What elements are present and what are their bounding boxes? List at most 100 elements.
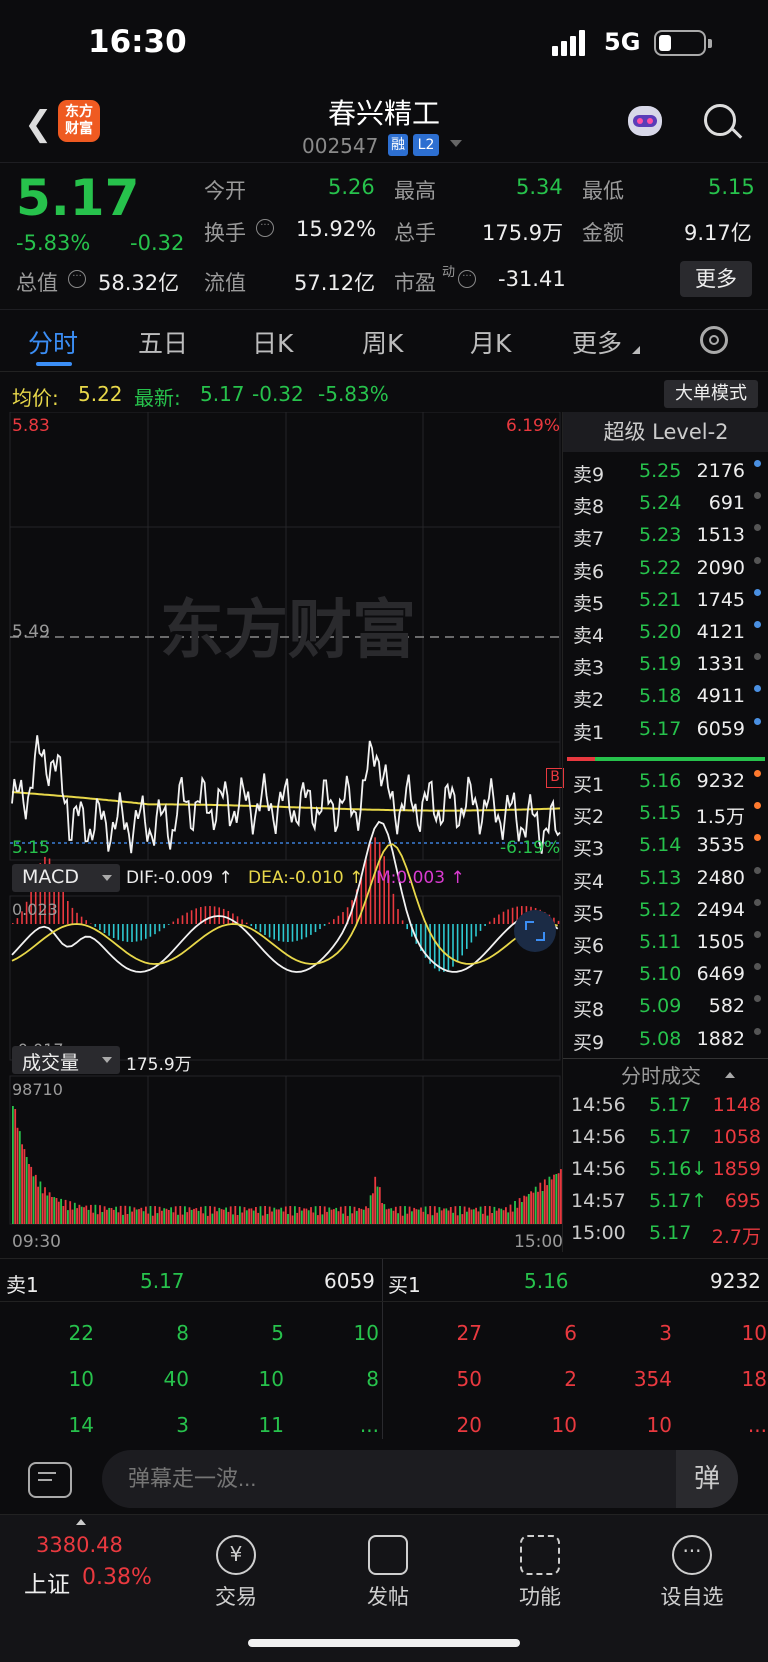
volume-bar <box>124 1205 127 1224</box>
macd-bar <box>328 922 330 924</box>
tab-weekly-k[interactable]: 周K <box>362 324 403 360</box>
volume-bar <box>360 1208 363 1224</box>
macd-bar <box>319 924 321 930</box>
volume-bar <box>422 1211 425 1224</box>
macd-bar <box>250 924 253 926</box>
macd-bar <box>145 924 147 939</box>
barrage-toggle-icon[interactable]: 弹 <box>676 1450 738 1508</box>
macd-selector[interactable]: MACD <box>12 864 120 892</box>
volume-bar <box>161 1210 163 1224</box>
volume-bar <box>500 1208 503 1224</box>
volume-bar <box>443 1208 445 1224</box>
macd-bar <box>190 910 193 924</box>
book-row[interactable]: 卖8 5.24 691 <box>563 488 768 520</box>
book-row[interactable]: 卖3 5.19 1331 <box>563 649 768 681</box>
latest-change: -0.32 <box>252 382 304 406</box>
index-percent[interactable]: 0.38% <box>82 1565 152 1590</box>
latest-label: 最新: <box>134 386 181 410</box>
book-level: 卖9 <box>573 464 605 486</box>
volume-bar <box>484 1206 487 1224</box>
macd-bar <box>337 915 340 924</box>
macd-bar <box>108 924 110 936</box>
volume-bar <box>67 1210 69 1224</box>
book-row[interactable]: 买7 5.10 6469 <box>563 959 768 991</box>
level2-title[interactable]: 超级 Level-2 <box>563 412 768 452</box>
book-row[interactable]: 买9 5.08 1882 <box>563 1024 768 1056</box>
macd-bar <box>259 924 262 933</box>
barrage-input[interactable] <box>128 1460 648 1498</box>
robot-assistant-icon[interactable] <box>624 102 666 142</box>
book-row[interactable]: 卖7 5.23 1513 <box>563 520 768 552</box>
book-row[interactable]: 卖2 5.18 4911 <box>563 681 768 713</box>
book-row[interactable]: 卖1 5.17 6059 <box>563 714 768 746</box>
volume-bar <box>365 1206 367 1224</box>
volume-bar <box>271 1211 273 1224</box>
queue-order: 354 <box>633 1367 672 1391</box>
trades-title[interactable]: 分时成交 <box>621 1060 701 1089</box>
post-button[interactable]: 发帖 <box>328 1535 448 1611</box>
book-row[interactable]: 买6 5.11 1505 <box>563 927 768 959</box>
queue-order: 50 <box>456 1367 482 1391</box>
chart-svg: 东方财富 <box>9 412 562 1225</box>
book-row[interactable]: 卖9 5.25 2176 <box>563 456 768 488</box>
volume-bar <box>330 1209 333 1224</box>
index-value[interactable]: 3380.48 <box>36 1533 123 1557</box>
volume-bar <box>353 1206 356 1224</box>
barrage-input-wrap[interactable]: 弹 <box>102 1450 738 1508</box>
ratio-bar-red <box>567 757 595 761</box>
barrage-list-icon[interactable] <box>28 1462 72 1498</box>
volume-bar <box>287 1214 289 1224</box>
volume-bar <box>294 1206 296 1224</box>
more-button[interactable]: 更多 <box>680 261 752 297</box>
volume-bar <box>498 1208 500 1224</box>
status-dot <box>754 588 761 596</box>
volume-bar <box>374 1176 377 1224</box>
macd-bar <box>493 917 496 924</box>
info-icon[interactable]: ··· <box>458 270 476 288</box>
status-dot <box>754 556 761 564</box>
book-price: 5.08 <box>639 1027 682 1050</box>
add-watchlist-button[interactable]: ··· 设自选 <box>632 1535 752 1611</box>
macd-bar <box>323 924 326 926</box>
book-row[interactable]: 买1 5.16 9232 <box>563 766 768 798</box>
book-level: 卖4 <box>573 625 605 647</box>
volume-bar <box>392 1210 395 1224</box>
volume-bar <box>339 1206 342 1224</box>
volume-bar <box>259 1206 262 1224</box>
book-row[interactable]: 买4 5.13 2480 <box>563 863 768 895</box>
book-row[interactable]: 买3 5.14 3535 <box>563 830 768 862</box>
dropdown-icon[interactable] <box>450 140 462 147</box>
volume-bar <box>440 1210 443 1224</box>
fullscreen-icon[interactable] <box>514 910 556 952</box>
barrage-bar: 弹 <box>0 1440 768 1520</box>
info-icon[interactable]: ··· <box>256 219 274 237</box>
tab-monthly-k[interactable]: 月K <box>470 324 511 360</box>
tab-timeshare[interactable]: 分时 <box>28 324 78 360</box>
functions-button[interactable]: 功能 <box>480 1535 600 1611</box>
info-icon[interactable]: ··· <box>68 270 86 288</box>
macd-bar <box>470 924 473 943</box>
trade-button[interactable]: ¥ 交易 <box>176 1535 296 1611</box>
order-queue: 卖1 5.17 6059 买1 5.16 9232 22 8 5 10 10 40 10 8 1… <box>0 1258 768 1439</box>
tab-more[interactable]: 更多 <box>572 324 622 360</box>
index-name[interactable]: 上证 <box>24 1565 70 1599</box>
volume-selector[interactable]: 成交量 <box>12 1046 120 1074</box>
book-row[interactable]: 买8 5.09 582 <box>563 991 768 1023</box>
book-row[interactable]: 买2 5.15 1.5万 <box>563 798 768 830</box>
tab-five-day[interactable]: 五日 <box>138 324 188 360</box>
macd-bar <box>241 919 243 924</box>
book-row[interactable]: 卖6 5.22 2090 <box>563 553 768 585</box>
volume-bar <box>289 1206 292 1224</box>
volume-bar <box>94 1204 97 1224</box>
volume-bar <box>243 1207 246 1224</box>
settings-gear-icon[interactable] <box>700 326 728 354</box>
big-order-mode-button[interactable]: 大单模式 <box>664 380 758 408</box>
trade-row: 14:56 5.17 1058 <box>563 1122 768 1154</box>
tab-daily-k[interactable]: 日K <box>252 324 293 360</box>
book-row[interactable]: 卖4 5.20 4121 <box>563 617 768 649</box>
volume-bar <box>417 1209 420 1224</box>
search-icon[interactable] <box>704 104 743 139</box>
book-row[interactable]: 买5 5.12 2494 <box>563 895 768 927</box>
macd-bar <box>443 924 445 972</box>
book-row[interactable]: 卖5 5.21 1745 <box>563 585 768 617</box>
